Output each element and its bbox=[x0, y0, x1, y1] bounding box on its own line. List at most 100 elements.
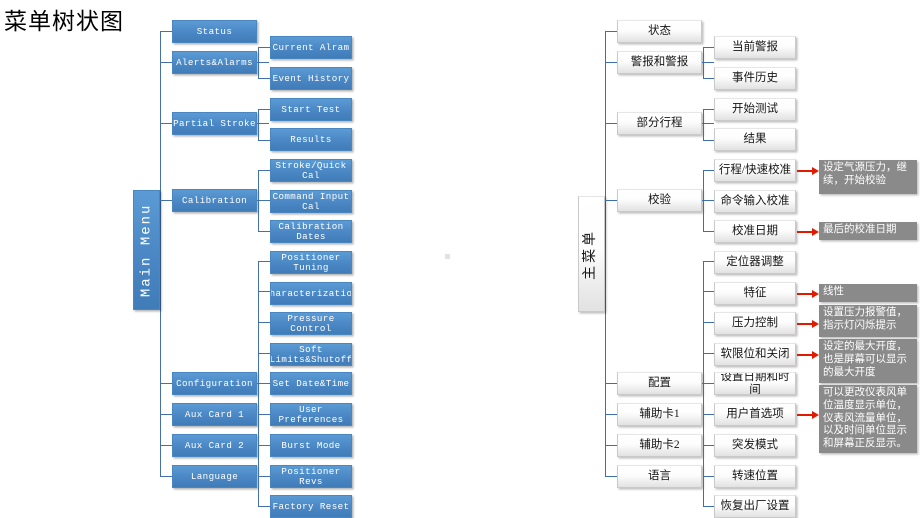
anno-characteristic-text: 线性 bbox=[823, 286, 844, 297]
right-node-positioner-revs[interactable]: 转速位置 bbox=[714, 465, 796, 488]
left-node-current-alarm-label: Current Alram bbox=[272, 41, 350, 53]
left-node-event-history[interactable]: Event History bbox=[270, 67, 352, 90]
right-node-set-date-time[interactable]: 设置日期和时间 bbox=[714, 372, 796, 395]
left-node-start-test[interactable]: Start Test bbox=[270, 98, 352, 121]
left-node-positioner-tuning[interactable]: Positioner Tuning bbox=[270, 251, 352, 274]
left-node-characterization-label: Characterization bbox=[270, 287, 352, 299]
left-branch-alerts-spine bbox=[258, 47, 260, 79]
left-node-aux-card-1[interactable]: Aux Card 1 bbox=[172, 403, 257, 426]
left-node-command-input-cal[interactable]: Command Input Cal bbox=[270, 190, 352, 213]
left-node-positioner-revs-label: Positioner Revs bbox=[281, 465, 341, 487]
left-node-burst-mode-label: Burst Mode bbox=[281, 439, 341, 451]
left-branch-cfg-c7 bbox=[258, 445, 270, 447]
right-node-event-history[interactable]: 事件历史 bbox=[714, 67, 796, 90]
left-node-partial-stroke-label: Partial Stroke bbox=[173, 117, 256, 129]
right-node-aux-card-1[interactable]: 辅助卡1 bbox=[617, 403, 702, 426]
left-node-stroke-quick-cal[interactable]: Stroke/Quick Cal bbox=[270, 159, 352, 182]
right-node-partial-stroke[interactable]: 部分行程 bbox=[617, 112, 702, 135]
left-branch-cal-c2 bbox=[258, 200, 270, 202]
arrow-to-anno-stroke-quick-cal bbox=[797, 167, 819, 174]
left-node-soft-limits-shutoff[interactable]: Soft Limits&Shutoff bbox=[270, 343, 352, 366]
right-stub-l1-2 bbox=[605, 62, 617, 64]
right-node-set-date-time-label: 设置日期和时间 bbox=[720, 372, 790, 395]
left-node-positioner-revs[interactable]: Positioner Revs bbox=[270, 465, 352, 488]
left-node-aux-card-1-label: Aux Card 1 bbox=[184, 408, 245, 420]
left-node-language-label: Language bbox=[190, 470, 239, 482]
right-stub-l1-1 bbox=[605, 31, 617, 33]
left-node-calibration[interactable]: Calibration bbox=[172, 189, 257, 212]
left-node-calibration-dates[interactable]: Calibration Dates bbox=[270, 220, 352, 243]
right-node-stroke-quick-cal-label: 行程/快速校准 bbox=[718, 164, 792, 177]
right-node-command-input-cal[interactable]: 命令输入校准 bbox=[714, 190, 796, 213]
right-node-soft-limits-shutoff[interactable]: 软限位和关闭 bbox=[714, 343, 796, 366]
right-node-status[interactable]: 状态 bbox=[617, 20, 702, 43]
left-node-user-preferences[interactable]: User Preferences bbox=[270, 403, 352, 426]
right-node-positioner-revs-label: 转速位置 bbox=[732, 470, 778, 483]
left-stub-l1-1 bbox=[160, 31, 172, 33]
right-node-current-alarm[interactable]: 当前警报 bbox=[714, 36, 796, 59]
left-node-current-alarm[interactable]: Current Alram bbox=[270, 36, 352, 59]
right-node-user-preferences[interactable]: 用户首选项 bbox=[714, 403, 796, 426]
arrow-to-anno-soft-limits bbox=[797, 351, 819, 358]
right-node-factory-reset-label: 恢复出厂设置 bbox=[720, 500, 790, 513]
anno-stroke-quick-cal-text: 设定气源压力，继续，开始校验 bbox=[823, 162, 907, 186]
right-node-factory-reset[interactable]: 恢复出厂设置 bbox=[714, 495, 796, 518]
left-branch-cfg-c5 bbox=[258, 383, 270, 385]
right-node-stroke-quick-cal[interactable]: 行程/快速校准 bbox=[714, 159, 796, 182]
left-node-results[interactable]: Results bbox=[270, 128, 352, 151]
right-node-positioner-tuning[interactable]: 定位器调整 bbox=[714, 251, 796, 274]
right-node-characterization-label: 特征 bbox=[743, 287, 767, 300]
left-stub-l1-8 bbox=[160, 476, 172, 478]
right-node-language[interactable]: 语言 bbox=[617, 465, 702, 488]
right-node-start-test[interactable]: 开始测试 bbox=[714, 98, 796, 121]
left-node-factory-reset[interactable]: Factory Reset bbox=[270, 495, 352, 518]
left-node-set-date-time-label: Set Date&Time bbox=[272, 377, 350, 389]
right-node-results-label: 结果 bbox=[743, 133, 767, 146]
right-node-aux-card-2[interactable]: 辅助卡2 bbox=[617, 434, 702, 457]
right-node-configuration-label: 配置 bbox=[648, 377, 671, 390]
left-node-status[interactable]: Status bbox=[172, 20, 257, 43]
left-root-main-menu[interactable]: Main Menu bbox=[133, 190, 160, 310]
left-node-set-date-time[interactable]: Set Date&Time bbox=[270, 372, 352, 395]
right-node-configuration[interactable]: 配置 bbox=[617, 372, 702, 395]
left-node-burst-mode[interactable]: Burst Mode bbox=[270, 434, 352, 457]
left-node-characterization[interactable]: Characterization bbox=[270, 282, 352, 305]
arrow-to-anno-pressure-control bbox=[797, 320, 819, 327]
left-node-positioner-tuning-label: Positioner Tuning bbox=[281, 251, 341, 273]
left-branch-cal-c1 bbox=[258, 170, 270, 172]
left-node-alerts-alarms[interactable]: Alerts&Alarms bbox=[172, 51, 257, 74]
right-node-event-history-label: 事件历史 bbox=[732, 72, 778, 85]
right-node-calibration-dates[interactable]: 校准日期 bbox=[714, 220, 796, 243]
right-node-burst-mode[interactable]: 突发模式 bbox=[714, 434, 796, 457]
right-node-soft-limits-shutoff-label: 软限位和关闭 bbox=[720, 348, 790, 361]
left-branch-alerts-c1 bbox=[258, 47, 270, 49]
left-branch-cfg-c3 bbox=[258, 322, 270, 324]
left-node-user-preferences-label: User Preferences bbox=[278, 403, 344, 425]
right-node-results[interactable]: 结果 bbox=[714, 128, 796, 151]
right-node-partial-stroke-label: 部分行程 bbox=[636, 117, 683, 130]
right-node-alerts-alarms[interactable]: 警报和警报 bbox=[617, 51, 702, 74]
right-node-aux-card-2-label: 辅助卡2 bbox=[639, 439, 680, 452]
left-node-partial-stroke[interactable]: Partial Stroke bbox=[172, 112, 257, 135]
right-node-characterization[interactable]: 特征 bbox=[714, 282, 796, 305]
right-stub-l1-8 bbox=[605, 476, 617, 478]
right-stub-l1-7 bbox=[605, 445, 617, 447]
right-node-calibration-dates-label: 校准日期 bbox=[732, 225, 778, 238]
right-stub-l1-6 bbox=[605, 414, 617, 416]
left-branch-cfg-c2 bbox=[258, 291, 270, 293]
right-node-burst-mode-label: 突发模式 bbox=[732, 439, 778, 452]
left-node-configuration[interactable]: Configuration bbox=[172, 372, 257, 395]
left-branch-ps-c1 bbox=[258, 109, 270, 111]
right-node-pressure-control[interactable]: 压力控制 bbox=[714, 312, 796, 335]
right-node-calibration[interactable]: 校验 bbox=[617, 189, 702, 212]
left-node-pressure-control[interactable]: Pressure Control bbox=[270, 312, 352, 335]
left-node-aux-card-2[interactable]: Aux Card 2 bbox=[172, 434, 257, 457]
right-node-status-label: 状态 bbox=[648, 25, 671, 38]
right-node-calibration-label: 校验 bbox=[648, 194, 671, 207]
right-node-start-test-label: 开始测试 bbox=[732, 103, 778, 116]
left-stub-l1-3 bbox=[160, 123, 172, 125]
left-node-aux-card-2-label: Aux Card 2 bbox=[184, 439, 245, 451]
right-root-main-menu[interactable]: 主菜单 bbox=[578, 196, 605, 312]
left-node-language[interactable]: Language bbox=[172, 465, 257, 488]
left-node-calibration-dates-label: Calibration Dates bbox=[278, 220, 344, 242]
